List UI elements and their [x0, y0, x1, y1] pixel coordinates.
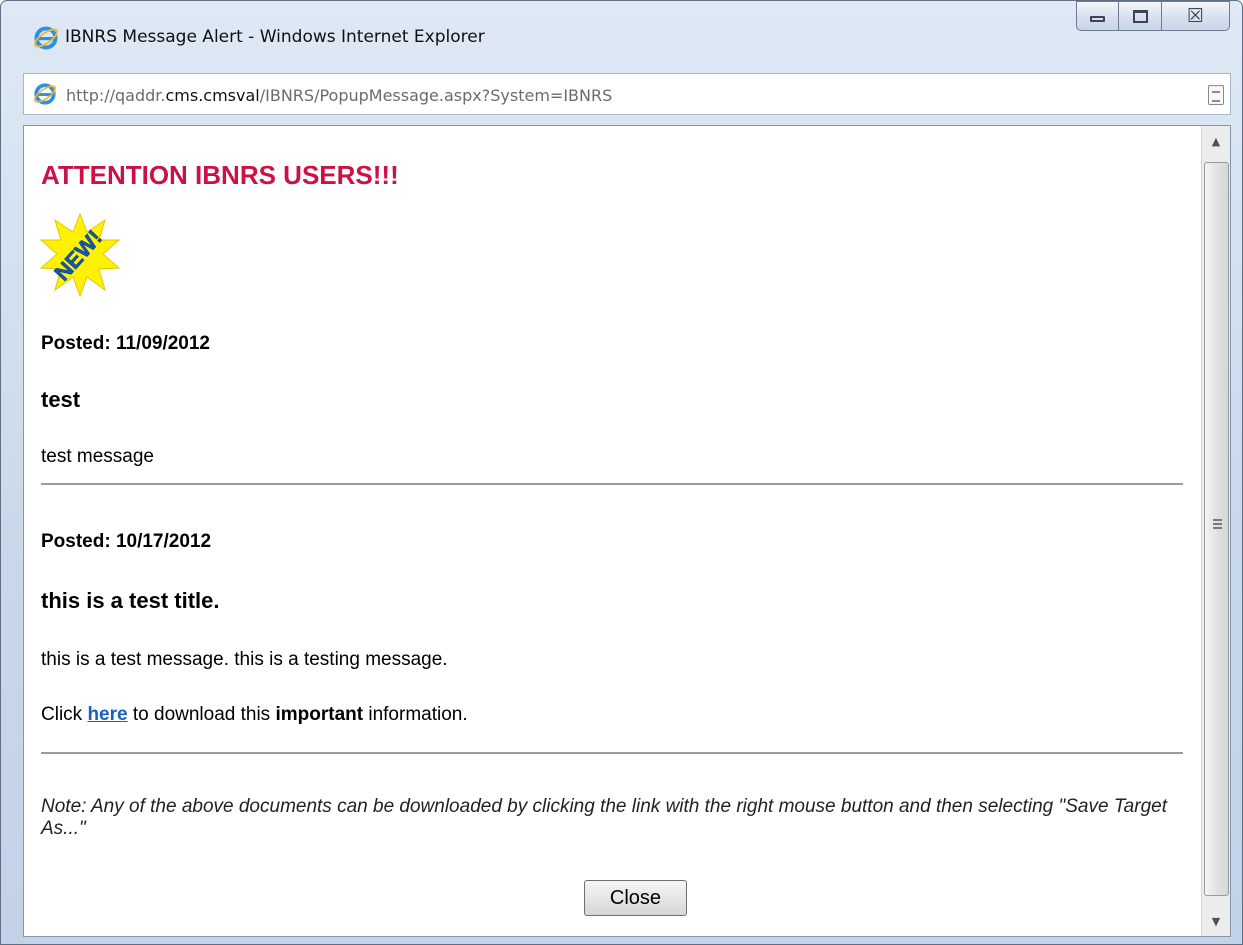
minimize-button[interactable] [1076, 1, 1119, 31]
message-title: test [41, 387, 81, 412]
download-line: Click here to download this important in… [41, 704, 468, 726]
message-body: this is a test message. this is a testin… [41, 649, 448, 670]
scroll-down-arrow-icon[interactable]: ▼ [1202, 906, 1230, 936]
caption-buttons: ☒ [1076, 1, 1230, 33]
page-ie-icon [33, 82, 59, 108]
message-posted-date: Posted: 10/17/2012 [41, 531, 212, 552]
url-text: http://qaddr.cms.cmsval/IBNRS/PopupMessa… [66, 86, 612, 105]
scrollbar-thumb[interactable] [1204, 162, 1229, 896]
minimize-icon [1090, 16, 1105, 22]
page-title: ATTENTION IBNRS USERS!!! [41, 160, 399, 190]
maximize-button[interactable] [1119, 1, 1162, 31]
page-viewport: ATTENTION IBNRS USERS!!! NEW! Posted: 11… [23, 125, 1231, 937]
window-close-button[interactable]: ☒ [1162, 1, 1230, 31]
download-middle: to download this [127, 704, 276, 725]
restore-icon [1132, 9, 1148, 23]
internet-explorer-icon [33, 25, 59, 51]
url-prefix: http://qaddr. [66, 86, 166, 105]
title-bar[interactable]: IBNRS Message Alert - Windows Internet E… [1, 1, 1242, 71]
download-prefix: Click [41, 704, 88, 725]
message-title: this is a test title. [41, 588, 220, 613]
scroll-up-arrow-icon[interactable]: ▲ [1202, 126, 1230, 156]
window-title: IBNRS Message Alert - Windows Internet E… [65, 27, 485, 47]
ie-window: IBNRS Message Alert - Windows Internet E… [0, 0, 1243, 945]
download-note: Note: Any of the above documents can be … [41, 796, 1167, 839]
url-path: /IBNRS/PopupMessage.aspx?System=IBNRS [259, 86, 613, 105]
url-domain: cms.cmsval [165, 86, 260, 105]
download-suffix: information. [363, 704, 468, 725]
download-bold: important [275, 704, 364, 725]
address-bar[interactable]: http://qaddr.cms.cmsval/IBNRS/PopupMessa… [23, 73, 1231, 115]
download-link[interactable]: here [87, 704, 127, 725]
message-posted-date: Posted: 11/09/2012 [41, 333, 210, 354]
scrollbar-grip-icon [1213, 519, 1222, 529]
new-badge-icon: NEW! [39, 212, 121, 298]
compatibility-view-icon[interactable] [1208, 85, 1224, 105]
section-divider [41, 752, 1183, 754]
close-icon: ☒ [1186, 4, 1205, 27]
message-body: test message [41, 446, 154, 467]
message-divider [41, 483, 1183, 485]
close-button[interactable]: Close [584, 880, 687, 916]
vertical-scrollbar[interactable]: ▲ ▼ [1201, 126, 1230, 936]
